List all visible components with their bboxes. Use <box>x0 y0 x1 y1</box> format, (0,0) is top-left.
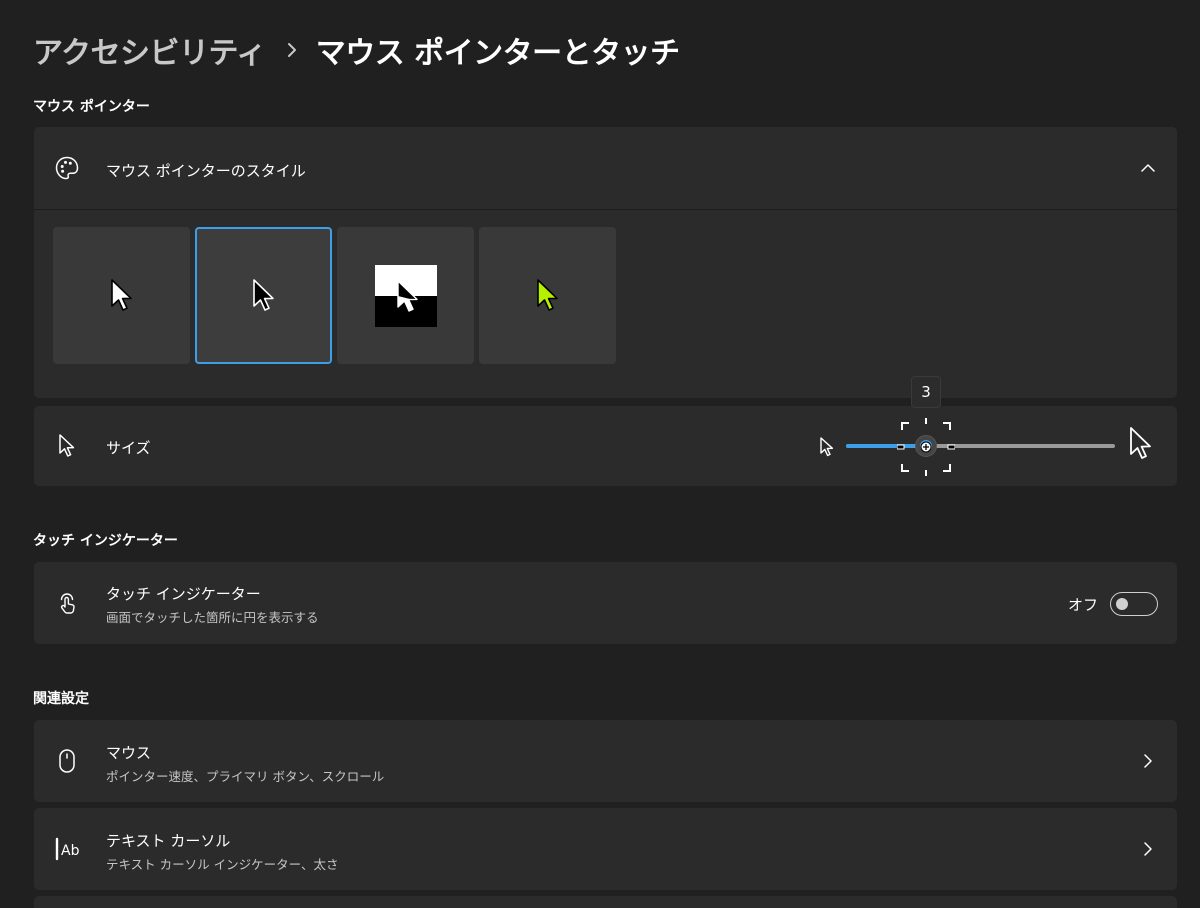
related-item-text-cursor[interactable]: Ab テキスト カーソル テキスト カーソル インジケーター、太さ <box>34 808 1177 890</box>
touch-indicator-title: タッチ インジケーター <box>106 585 261 603</box>
related-item-partial[interactable] <box>34 896 1177 908</box>
related-item-subtitle: ポインター速度、プライマリ ボタン、スクロール <box>106 769 385 784</box>
small-pointer-icon <box>819 436 835 462</box>
cursor-custom-icon <box>536 278 558 311</box>
text-cursor-icon: Ab <box>54 836 84 862</box>
pointer-size-card: サイズ <box>34 406 1177 486</box>
divider <box>34 209 1177 210</box>
related-item-subtitle: テキスト カーソル インジケーター、太さ <box>106 857 339 872</box>
pointer-style-black[interactable] <box>195 227 332 364</box>
pointer-style-header[interactable]: マウス ポインターのスタイル <box>34 127 1177 209</box>
cursor-white-icon <box>110 278 132 311</box>
crosshair-cursor-icon <box>897 418 955 476</box>
section-title-touch-indicator: タッチ インジケーター <box>33 533 178 549</box>
chevron-right-icon <box>286 42 298 58</box>
pointer-style-title: マウス ポインターのスタイル <box>106 162 306 180</box>
touch-icon <box>54 590 80 616</box>
toggle-state-label: オフ <box>1068 596 1099 614</box>
related-item-title: マウス <box>106 744 152 762</box>
palette-icon <box>54 155 80 181</box>
svg-text:Ab: Ab <box>61 843 80 859</box>
section-title-related: 関連設定 <box>33 691 89 707</box>
pointer-style-white[interactable] <box>53 227 190 364</box>
mouse-icon <box>54 748 80 774</box>
related-item-title: テキスト カーソル <box>106 832 231 850</box>
toggle-knob <box>1116 598 1128 610</box>
cursor-inverted-icon <box>396 279 418 312</box>
pointer-style-card: マウス ポインターのスタイル <box>34 127 1177 398</box>
pointer-style-custom[interactable] <box>479 227 616 364</box>
touch-indicator-subtitle: 画面でタッチした箇所に円を表示する <box>106 610 319 625</box>
large-pointer-icon <box>1128 426 1156 466</box>
section-title-mouse-pointer: マウス ポインター <box>33 99 150 115</box>
breadcrumb-parent[interactable]: アクセシビリティ <box>33 28 266 72</box>
cursor-black-icon <box>252 278 274 311</box>
pointer-size-slider[interactable] <box>846 406 1115 486</box>
pointer-icon <box>54 433 80 459</box>
chevron-right-icon <box>1141 754 1155 768</box>
inverted-preview <box>374 264 437 327</box>
slider-tooltip: 3 <box>911 376 941 408</box>
related-item-mouse[interactable]: マウス ポインター速度、プライマリ ボタン、スクロール <box>34 720 1177 802</box>
touch-indicator-card: タッチ インジケーター 画面でタッチした箇所に円を表示する オフ <box>34 562 1177 644</box>
breadcrumb: アクセシビリティ マウス ポインターとタッチ <box>33 28 680 72</box>
chevron-up-icon[interactable] <box>1141 161 1155 175</box>
touch-indicator-toggle[interactable] <box>1110 592 1158 616</box>
page-title: マウス ポインターとタッチ <box>315 36 680 71</box>
chevron-right-icon <box>1141 842 1155 856</box>
pointer-style-inverted[interactable] <box>337 227 474 364</box>
pointer-size-title: サイズ <box>106 439 151 457</box>
